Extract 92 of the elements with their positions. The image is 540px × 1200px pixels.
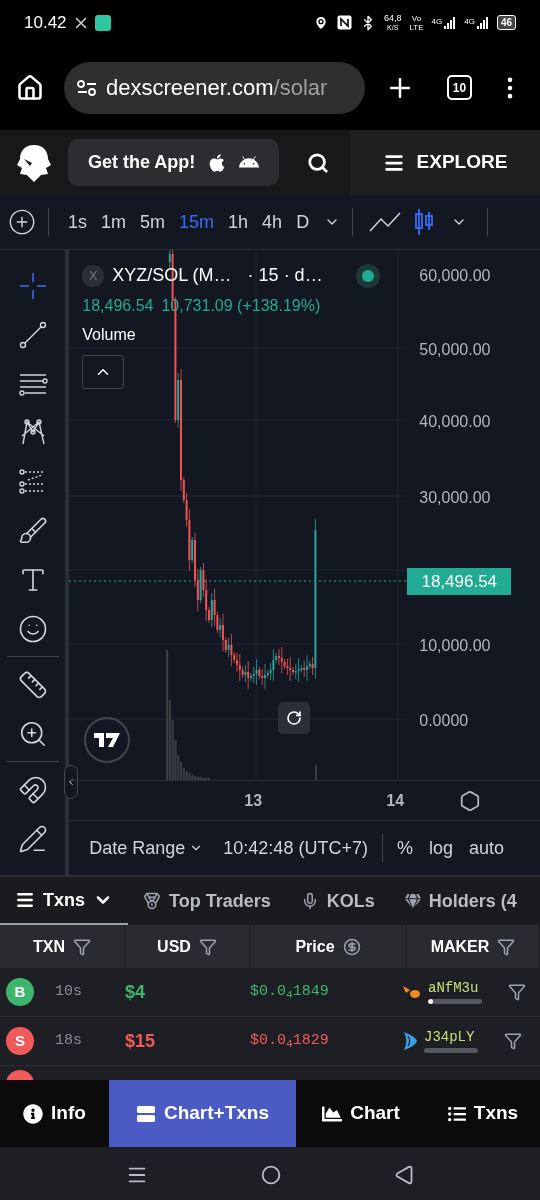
volte-label: LTE [409, 22, 424, 32]
price-axis-label: 50,000.00 [419, 340, 491, 360]
timeframe-button[interactable]: 4h [255, 208, 290, 236]
signal-icon [476, 16, 489, 29]
network-type: 4G [431, 16, 443, 26]
holders-tab[interactable]: Holders (4 [389, 877, 532, 925]
add-indicator-button[interactable] [8, 208, 36, 236]
emoji-icon [17, 613, 48, 644]
network-type: 4G [464, 16, 475, 26]
explore-button[interactable]: EXPLORE [350, 130, 540, 195]
top-traders-tab[interactable]: Top Traders [128, 877, 286, 925]
magnet-icon [17, 774, 48, 805]
symbol-details: · 15 · d… [247, 264, 323, 287]
time-axis-label: 14 [386, 790, 405, 811]
txn-price: $0.0$_{4}$1849 [250, 981, 330, 1003]
nfc-icon [336, 15, 352, 30]
medal-icon [143, 892, 161, 910]
txn-price: $0.0$_{4}$1829 [250, 1030, 330, 1052]
line-chart-icon[interactable] [369, 211, 402, 233]
trend-line-icon [17, 319, 48, 350]
date-range-dropdown[interactable]: Date Range [89, 834, 204, 862]
list-icon [15, 890, 35, 910]
location-icon [312, 14, 329, 31]
maker-address[interactable]: J34pLY [424, 1029, 478, 1045]
filter-icon [73, 937, 91, 956]
txn-type-badge: S [6, 1027, 34, 1055]
current-price-tag: 18,496.54 [407, 568, 512, 595]
usd-amount: $4 [125, 980, 147, 1004]
home-button[interactable] [16, 73, 44, 102]
time-axis-label: 13 [244, 790, 263, 811]
filter-icon[interactable] [504, 1032, 522, 1050]
list-icon [447, 1104, 466, 1123]
timeframe-button[interactable]: 1h [221, 208, 256, 236]
timeframe-button[interactable]: 5m [133, 208, 173, 236]
address-bar[interactable]: dexscreener.com/solar [64, 61, 365, 114]
app-icon [94, 14, 111, 31]
txn-age: 10s [55, 981, 82, 1002]
fish-icon [402, 1031, 418, 1051]
kols-tab[interactable]: KOLs [285, 877, 390, 925]
chart-settings-button[interactable] [459, 789, 482, 812]
currency-icon [342, 937, 361, 956]
scale-option[interactable]: auto [468, 834, 504, 862]
reset-icon [286, 710, 303, 726]
info-icon [23, 1103, 44, 1124]
filter-icon [198, 937, 217, 956]
volte-label: Vo [411, 13, 422, 23]
brush-icon [17, 515, 48, 546]
crosshair-icon [17, 270, 48, 301]
filter-icon [497, 937, 516, 956]
last-price: 18,496.54 [82, 296, 154, 316]
scale-option[interactable]: % [396, 834, 413, 862]
x-logo-icon [74, 16, 87, 29]
volume-bar [315, 765, 318, 780]
candles-icon[interactable] [413, 208, 436, 236]
volume-label: Volume [82, 325, 136, 345]
split-view-icon [135, 1103, 156, 1124]
timeframe-button[interactable]: 1m [94, 208, 134, 236]
maker-address[interactable]: aNfM3u [428, 980, 482, 996]
back-button[interactable] [393, 1164, 414, 1185]
view-tab[interactable]: Chart+Txns [109, 1080, 296, 1147]
price-axis-label: 30,000.00 [419, 488, 491, 508]
price-axis-label: 40,000.00 [419, 412, 491, 432]
timeframe-button[interactable]: 1s [61, 208, 94, 236]
battery-level: 46 [496, 15, 516, 30]
clock: 10.42 [24, 11, 67, 34]
price-axis-label: 0.0000 [419, 711, 469, 731]
home-button[interactable] [261, 1164, 281, 1185]
price-axis-label: 10,000.00 [419, 636, 491, 656]
filter-icon[interactable] [508, 983, 526, 1001]
timeframe-button[interactable]: D [289, 208, 317, 236]
signal-icon [444, 16, 457, 29]
pencil-lock-icon [17, 823, 48, 854]
scale-option[interactable]: log [428, 834, 453, 862]
usd-amount: $15 [125, 1029, 157, 1053]
tv-logo-icon [94, 733, 121, 747]
reset-chart-button[interactable] [278, 702, 311, 734]
ruler-icon [17, 669, 48, 700]
timeframe-button[interactable]: 15m [172, 208, 222, 236]
eagle-logo-icon [16, 142, 52, 183]
txn-type-badge: B [6, 978, 34, 1006]
gem-icon [404, 893, 421, 909]
url-text: dexscreener.com/solar [106, 74, 328, 102]
shrimp-icon [402, 984, 422, 1000]
search-button[interactable] [307, 151, 330, 174]
tab-count-button[interactable]: 10 [447, 75, 472, 100]
txn-age: 18s [55, 1030, 82, 1051]
time-zone-clock[interactable]: 10:42:48 (UTC+7) [223, 834, 368, 862]
price-axis-label: 60,000.00 [419, 266, 491, 286]
network-speed: 64,8 [383, 13, 402, 23]
get-app-button[interactable]: Get the App! [68, 139, 280, 186]
tradingview-logo[interactable] [84, 717, 131, 763]
site-settings-icon [76, 78, 98, 97]
